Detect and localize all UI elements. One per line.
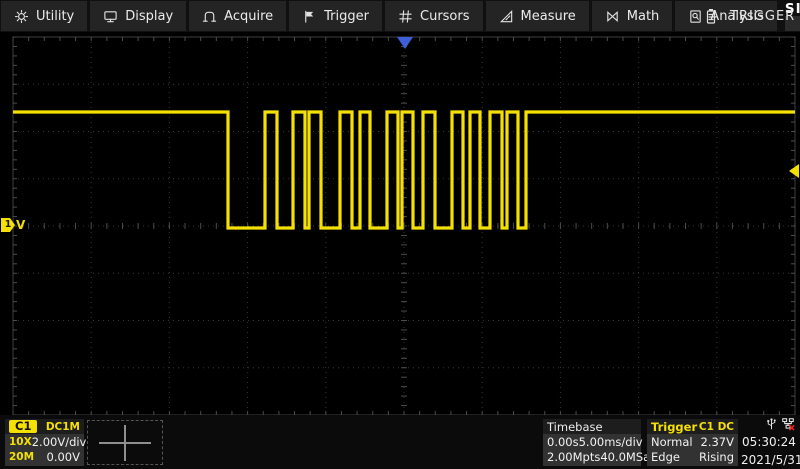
timebase-delay: 0.00s xyxy=(547,436,579,449)
timebase-title: Timebase xyxy=(547,420,603,434)
trigger-position-icon[interactable] xyxy=(397,37,413,49)
gear-icon xyxy=(14,9,29,24)
math-icon xyxy=(605,9,620,24)
menu-measure[interactable]: Measure xyxy=(486,1,589,31)
menu-math[interactable]: Math xyxy=(592,1,673,31)
menu-bar: Utility Display Acquire Trigger xyxy=(0,0,800,32)
usb-icon xyxy=(765,417,778,431)
measure-icon xyxy=(499,9,514,24)
clock-panel[interactable]: 05:30:24 2021/5/31 xyxy=(741,417,797,467)
menu-utility-label: Utility xyxy=(36,9,74,24)
menu-cursors[interactable]: Cursors xyxy=(385,1,483,31)
trigger-status-button[interactable]: TRIGGER xyxy=(696,0,800,32)
menu-trigger[interactable]: Trigger xyxy=(289,1,382,31)
channel1-bandwidth: 20M xyxy=(9,451,34,464)
channel1-offset-marker[interactable]: 1 V xyxy=(1,218,25,232)
display-icon xyxy=(103,9,118,24)
trigger-source: C1 DC xyxy=(699,421,734,433)
flag-icon xyxy=(302,9,317,24)
trigger-type: Edge xyxy=(651,451,680,464)
channel1-probe: 10X xyxy=(9,436,32,449)
oscilloscope-screen: 1 V Utility Display xyxy=(0,0,800,469)
trigger-info-box[interactable]: Trigger C1 DC Normal 2.37V Edge Rising xyxy=(647,419,738,466)
trigger-level-icon[interactable] xyxy=(789,164,799,178)
trigger-mode: Normal xyxy=(651,436,693,449)
menu-measure-label: Measure xyxy=(521,9,576,24)
trigger-level: 2.37V xyxy=(701,436,734,449)
cursors-icon xyxy=(398,9,413,24)
channel1-offset: 0.00V xyxy=(47,451,80,464)
trigger-slope: Rising xyxy=(699,451,734,464)
touch-gesture-area[interactable] xyxy=(87,420,163,465)
timebase-info-box[interactable]: Timebase 0.00s 5.00ms/div 2.00Mpts 40.0M… xyxy=(543,419,641,466)
channel1-name-badge: C1 xyxy=(9,420,37,433)
channel1-trace xyxy=(13,112,795,228)
menu-display[interactable]: Display xyxy=(90,1,186,31)
event-log-icon xyxy=(704,8,718,25)
channel1-info-box[interactable]: C1 DC1M 10X 2.00V/div 20M 0.00V xyxy=(5,419,84,466)
channel1-scale: 2.00V/div xyxy=(32,436,87,449)
acquire-icon xyxy=(202,9,217,24)
menu-math-label: Math xyxy=(627,9,660,24)
channel1-coupling: DC1M xyxy=(46,421,80,433)
menu-acquire[interactable]: Acquire xyxy=(189,1,286,31)
clock-time: 05:30:24 xyxy=(741,435,797,449)
trigger-title: Trigger xyxy=(651,420,697,434)
menu-trigger-label: Trigger xyxy=(324,9,369,24)
channel1-badge: 1 xyxy=(1,218,15,232)
menu-display-label: Display xyxy=(125,9,173,24)
waveform-display[interactable] xyxy=(0,0,800,469)
timebase-points: 2.00Mpts xyxy=(547,451,600,464)
info-bar: C1 DC1M 10X 2.00V/div 20M 0.00V Timebase xyxy=(0,415,800,469)
clock-date: 2021/5/31 xyxy=(741,453,797,467)
menu-cursors-label: Cursors xyxy=(420,9,470,24)
channel1-unit-label: V xyxy=(16,218,25,232)
lan-disconnected-icon xyxy=(781,417,795,431)
menu-acquire-label: Acquire xyxy=(224,9,273,24)
menu-utility[interactable]: Utility xyxy=(1,1,87,31)
crosshair-icon xyxy=(124,425,126,461)
trigger-status-label: TRIGGER xyxy=(730,9,795,24)
timebase-scale: 5.00ms/div xyxy=(579,436,643,449)
